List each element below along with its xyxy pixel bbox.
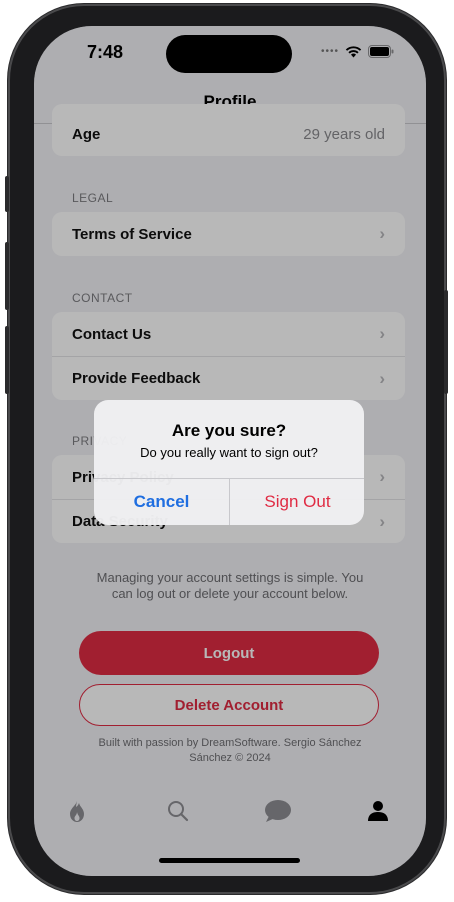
- alert-message: Do you really want to sign out?: [140, 445, 318, 460]
- volume-up-button: [5, 242, 9, 310]
- sign-out-button[interactable]: Sign Out: [230, 479, 364, 525]
- action-button: [5, 176, 9, 212]
- sign-out-alert: Are you sure? Do you really want to sign…: [94, 400, 364, 525]
- alert-title: Are you sure?: [171, 421, 287, 440]
- volume-down-button: [5, 326, 9, 394]
- screen: 7:48 •••• Profile Age 29 years old LEGAL…: [34, 26, 426, 876]
- power-button: [444, 290, 448, 394]
- cancel-button[interactable]: Cancel: [94, 479, 229, 525]
